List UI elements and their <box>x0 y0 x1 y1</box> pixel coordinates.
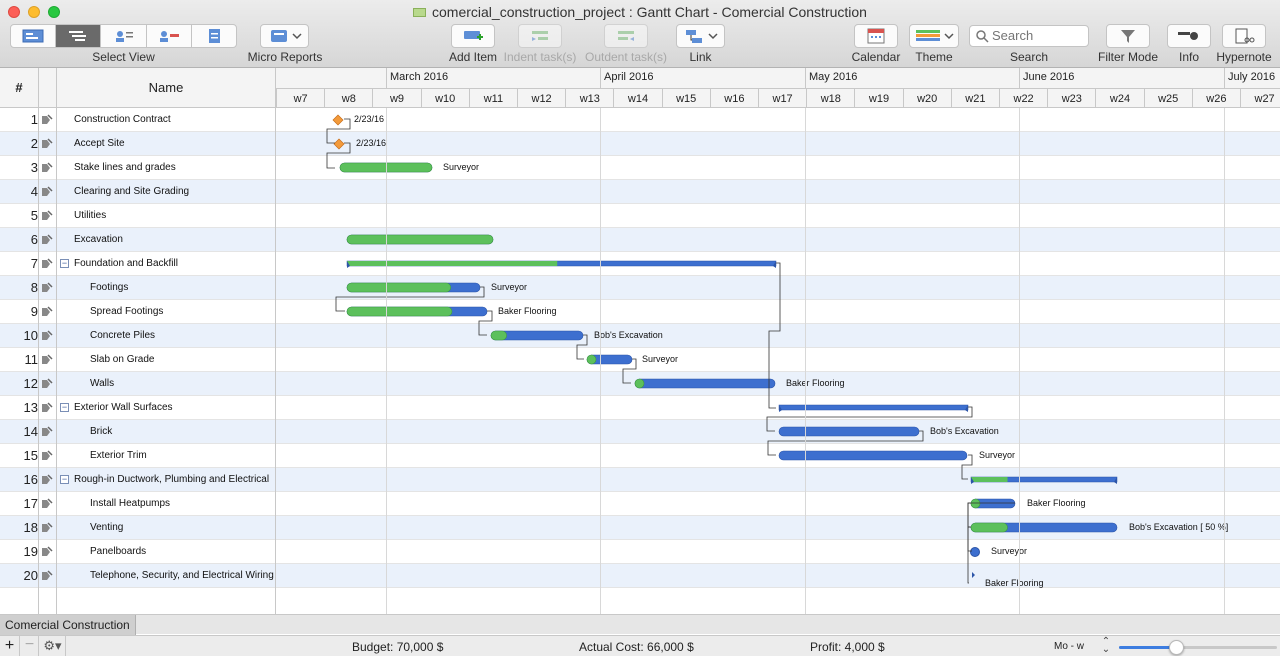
task-bar[interactable] <box>970 547 980 557</box>
summary-bar-progress[interactable] <box>347 261 558 266</box>
bar-resource-label: Baker Flooring <box>786 378 845 388</box>
milestone-diamond[interactable] <box>332 114 344 126</box>
bar-resource-label: Baker Flooring <box>1027 498 1086 508</box>
task-bar-progress[interactable] <box>634 378 645 389</box>
sheet-tab[interactable]: Comercial Construction <box>0 615 136 635</box>
bar-resource-label: Surveyor <box>491 282 528 292</box>
up-down-chevron-icon: ⌃ ⌄ <box>1101 636 1111 655</box>
profit-text: Profit: 4,000 $ <box>810 640 885 654</box>
column-divider <box>275 68 276 614</box>
month-gridline <box>805 108 806 614</box>
summary-bar-progress[interactable] <box>971 477 1008 482</box>
month-gridline <box>1019 108 1020 614</box>
task-bar-progress[interactable] <box>346 234 494 245</box>
gantt-chart <box>326 114 1118 584</box>
task-bar-progress[interactable] <box>346 282 452 293</box>
bar-resource-label: Surveyor <box>443 162 480 172</box>
task-bar-progress[interactable] <box>970 522 1008 533</box>
bar-resource-label: 2/23/16 <box>356 138 387 148</box>
task-bar[interactable] <box>778 426 920 437</box>
bar-resource-label: Bob's Excavation <box>594 330 663 340</box>
bar-resource-label: Surveyor <box>991 546 1028 556</box>
zoom-unit-text: Mo - w <box>1054 641 1084 652</box>
bar-resource-label: Bob's Excavation [ 50 %] <box>1129 522 1229 532</box>
budget-text: Budget: 70,000 $ <box>352 640 444 654</box>
month-gridline <box>1224 108 1225 614</box>
actual-cost-text: Actual Cost: 66,000 $ <box>579 640 694 654</box>
bar-resource-label: 2/23/16 <box>354 114 385 124</box>
status-bar: + − ⚙▾ Budget: 70,000 $ Actual Cost: 66,… <box>0 635 1280 656</box>
zoom-unit-stepper[interactable]: ⌃ ⌄ <box>1100 636 1112 655</box>
month-gridline <box>386 108 387 614</box>
task-bar-progress[interactable] <box>490 330 507 341</box>
bar-resource-label: Bob's Excavation <box>930 426 999 436</box>
task-bar-progress[interactable] <box>970 498 981 509</box>
plus-icon: + <box>4 637 15 654</box>
bar-resource-label: Baker Flooring <box>985 578 1044 588</box>
column-divider <box>38 68 39 614</box>
milestone-diamond[interactable] <box>333 138 345 150</box>
month-gridline <box>600 108 601 614</box>
task-bar-progress[interactable] <box>346 306 453 317</box>
bar-resource-label: Surveyor <box>979 450 1016 460</box>
summary-bar[interactable] <box>778 404 969 411</box>
sheet-tab-bar <box>0 614 1280 634</box>
task-bar-progress[interactable] <box>586 354 597 365</box>
dependency-link[interactable] <box>967 526 971 584</box>
column-divider <box>56 68 57 614</box>
task-bar[interactable] <box>778 450 968 461</box>
bar-resource-label: Surveyor <box>642 354 679 364</box>
minus-icon: − <box>24 636 35 653</box>
zoom-slider-track[interactable] <box>1119 640 1277 655</box>
gear-icon: ⚙▾ <box>43 638 62 653</box>
settings-menu-button[interactable]: ⚙▾ <box>40 636 66 656</box>
zoom-slider-thumb[interactable] <box>1169 640 1184 655</box>
task-bar[interactable] <box>972 572 975 578</box>
bar-resource-label: Baker Flooring <box>498 306 557 316</box>
add-sheet-button[interactable]: + <box>0 636 20 656</box>
task-bar[interactable] <box>634 378 776 389</box>
remove-sheet-button[interactable]: − <box>21 636 39 656</box>
